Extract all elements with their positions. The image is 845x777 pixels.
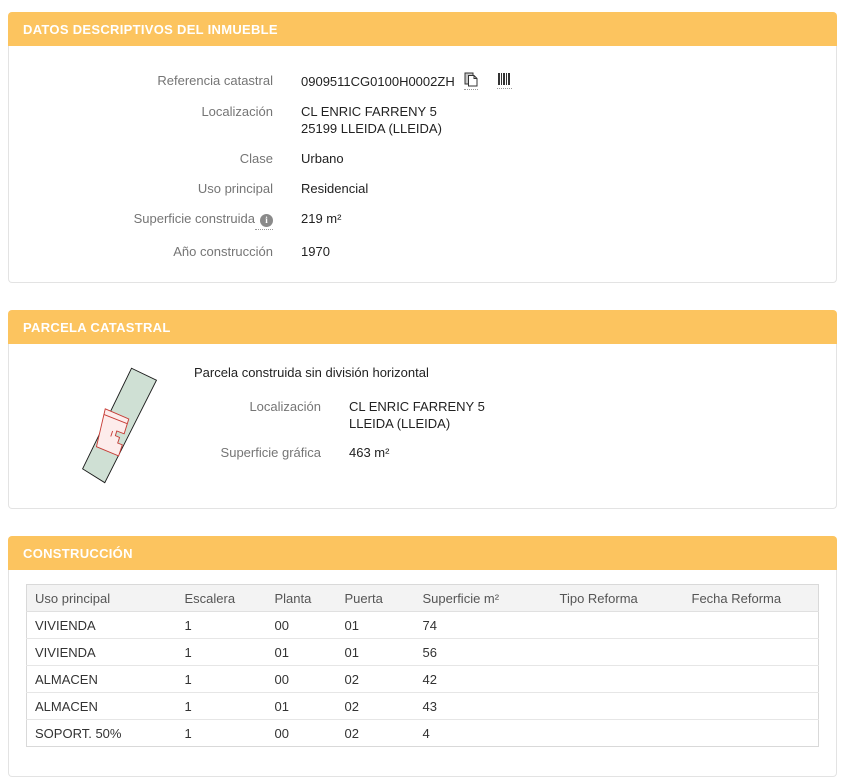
field-uso-principal: Uso principal Residencial: [9, 180, 816, 197]
field-referencia-catastral: Referencia catastral 0909511CG0100H0002Z…: [9, 72, 816, 90]
panel-parcela-catastral: Parcela construida sin división horizont…: [8, 344, 837, 509]
cell-escalera: 1: [176, 638, 267, 666]
field-localizacion: Localización CL ENRIC FARRENY 5 25199 LL…: [9, 103, 816, 137]
cell-uso: VIVIENDA: [35, 618, 96, 633]
table-row: VIVIENDA 1 01 01 56: [26, 638, 819, 666]
field-superficie-grafica: Superficie gráfica 463 m²: [194, 444, 485, 461]
col-header-escalera: Escalera: [176, 584, 267, 612]
anio-construccion-value: 1970: [301, 244, 330, 259]
cell-puerta: 02: [336, 719, 415, 747]
cell-superficie: 74: [422, 618, 437, 633]
cell-fecha-reforma: [684, 612, 819, 639]
construccion-table: Uso principal Escalera Planta Puerta Sup…: [26, 584, 819, 747]
localizacion-line1: CL ENRIC FARRENY 5: [301, 104, 437, 119]
field-label: Referencia catastral: [157, 73, 273, 88]
cell-puerta: 02: [336, 692, 415, 720]
field-label: Año construcción: [173, 244, 273, 259]
clase-value: Urbano: [301, 151, 344, 166]
table-row: ALMACEN 1 01 02 43: [26, 692, 819, 720]
col-header-superficie: Superficie m²: [414, 584, 552, 612]
cell-uso: ALMACEN: [26, 665, 177, 693]
field-label: Superficie construida: [133, 211, 255, 226]
cell-planta: 00: [266, 665, 337, 693]
cell-fecha-reforma: [683, 719, 819, 747]
field-anio-construccion: Año construcción 1970: [9, 243, 816, 260]
table-header-row: Uso principal Escalera Planta Puerta Sup…: [26, 584, 819, 612]
cell-superficie: 43: [414, 692, 552, 720]
parcela-subtitle: Parcela construida sin división horizont…: [194, 365, 429, 380]
cell-planta: 01: [266, 638, 337, 666]
uso-principal-value: Residencial: [301, 181, 369, 196]
field-label: Localización: [201, 104, 273, 119]
col-header-planta: Planta: [266, 584, 337, 612]
field-superficie-construida: Superficie construida i 219 m²: [9, 210, 816, 230]
cell-escalera: 1: [184, 618, 192, 633]
localizacion-line2: 25199 LLEIDA (LLEIDA): [301, 121, 442, 136]
section-construccion: CONSTRUCCIÓN Uso principal Escalera Plan…: [8, 536, 837, 777]
field-clase: Clase Urbano: [9, 150, 816, 167]
cell-superficie: 42: [414, 665, 552, 693]
panel-datos-descriptivos: Referencia catastral 0909511CG0100H0002Z…: [8, 46, 837, 283]
col-header-puerta: Puerta: [336, 584, 415, 612]
section-title-datos-descriptivos: DATOS DESCRIPTIVOS DEL INMUEBLE: [8, 12, 837, 46]
cell-escalera: 1: [176, 692, 267, 720]
cell-uso: ALMACEN: [26, 692, 177, 720]
section-parcela-catastral: PARCELA CATASTRAL Parcela construida sin…: [8, 310, 837, 509]
cell-tipo-reforma: [552, 612, 684, 639]
section-title-parcela-catastral: PARCELA CATASTRAL: [8, 310, 837, 344]
field-label: Localización: [249, 399, 321, 414]
parcela-localizacion-line2: LLEIDA (LLEIDA): [349, 416, 451, 431]
barcode-icon[interactable]: [496, 73, 512, 89]
col-header-fecha-reforma: Fecha Reforma: [683, 584, 819, 612]
section-datos-descriptivos: DATOS DESCRIPTIVOS DEL INMUEBLE Referenc…: [8, 12, 837, 283]
col-header-tipo-reforma: Tipo Reforma: [551, 584, 684, 612]
panel-construccion: Uso principal Escalera Planta Puerta Sup…: [8, 570, 837, 777]
cell-superficie: 4: [414, 719, 552, 747]
cell-tipo-reforma: [551, 719, 684, 747]
cell-tipo-reforma: [551, 638, 684, 666]
superficie-construida-value: 219 m²: [301, 211, 342, 226]
cell-escalera: 1: [176, 665, 267, 693]
cell-tipo-reforma: [551, 692, 684, 720]
copy-icon[interactable]: [463, 72, 478, 90]
cell-puerta: 01: [344, 618, 359, 633]
parcel-map-thumbnail[interactable]: [66, 361, 186, 492]
info-icon[interactable]: i: [260, 214, 273, 227]
col-header-uso-principal: Uso principal: [26, 584, 177, 612]
cell-tipo-reforma: [551, 665, 684, 693]
cell-planta: 00: [266, 719, 337, 747]
cell-superficie: 56: [414, 638, 552, 666]
cell-escalera: 1: [176, 719, 267, 747]
superficie-grafica-value: 463 m²: [349, 445, 390, 460]
field-parcela-localizacion: Localización CL ENRIC FARRENY 5 LLEIDA (…: [194, 398, 485, 432]
field-label: Superficie gráfica: [220, 445, 321, 460]
parcela-localizacion-line1: CL ENRIC FARRENY 5: [349, 399, 485, 414]
cell-planta: 01: [266, 692, 337, 720]
cell-puerta: 02: [336, 665, 415, 693]
cell-fecha-reforma: [683, 692, 819, 720]
cell-planta: 00: [274, 618, 289, 633]
cell-uso: SOPORT. 50%: [26, 719, 177, 747]
section-title-construccion: CONSTRUCCIÓN: [8, 536, 837, 570]
field-label: Uso principal: [197, 181, 273, 196]
cell-fecha-reforma: [683, 638, 819, 666]
cell-uso: VIVIENDA: [26, 638, 177, 666]
field-label: Clase: [239, 151, 273, 166]
referencia-catastral-value: 0909511CG0100H0002ZH: [301, 73, 455, 89]
table-row: SOPORT. 50% 1 00 02 4: [26, 719, 819, 747]
cell-fecha-reforma: [683, 665, 819, 693]
table-row: ALMACEN 1 00 02 42: [26, 665, 819, 693]
cell-puerta: 01: [336, 638, 415, 666]
table-row: VIVIENDA 1 00 01 74: [27, 612, 819, 639]
